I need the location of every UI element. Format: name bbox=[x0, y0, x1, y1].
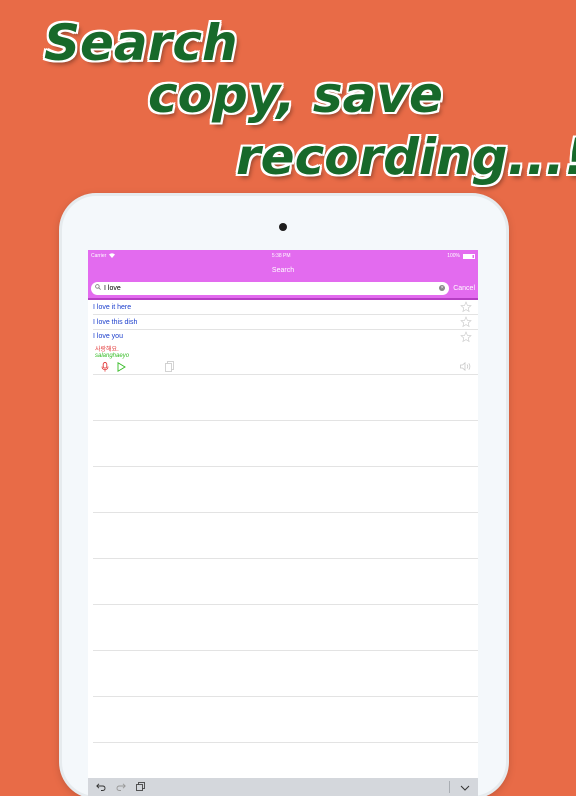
search-input-value: I love bbox=[104, 284, 121, 292]
empty-row bbox=[93, 559, 478, 605]
empty-row bbox=[93, 513, 478, 559]
search-bar: I love × Cancel bbox=[88, 278, 478, 298]
battery-icon bbox=[462, 253, 475, 259]
empty-row bbox=[93, 605, 478, 651]
star-outline-icon[interactable] bbox=[460, 316, 472, 330]
carrier-label: Carrier bbox=[91, 253, 107, 259]
empty-row bbox=[93, 467, 478, 513]
chevron-down-icon[interactable] bbox=[460, 778, 470, 796]
romanization: salanghaeyo bbox=[95, 353, 130, 359]
status-time: 5:38 PM bbox=[271, 253, 291, 259]
status-bar: Carrier 5:38 PM 100% bbox=[88, 250, 478, 262]
nav-bar: Search bbox=[88, 262, 478, 278]
cancel-button[interactable]: Cancel bbox=[453, 285, 475, 292]
camera-dot bbox=[279, 223, 287, 231]
speaker-icon[interactable] bbox=[460, 361, 472, 373]
microphone-icon[interactable] bbox=[101, 362, 109, 374]
headline-search: Search bbox=[44, 14, 238, 72]
toolbar-separator bbox=[449, 781, 450, 793]
result-row-expanded[interactable]: I love you 사랑해요. salanghaeyo bbox=[93, 330, 478, 375]
result-phrase: I love it here bbox=[93, 303, 132, 311]
wifi-icon bbox=[109, 252, 116, 260]
battery-percent: 100% bbox=[447, 253, 460, 259]
headline-recording: recording...! bbox=[236, 128, 576, 186]
tablet-device: Carrier 5:38 PM 100% Search I love × Can… bbox=[62, 196, 506, 796]
result-phrase: I love you bbox=[93, 333, 123, 340]
result-phrase: I love this dish bbox=[93, 318, 138, 326]
play-icon[interactable] bbox=[117, 362, 126, 374]
result-row[interactable]: I love it here bbox=[93, 300, 478, 315]
search-input[interactable]: I love × bbox=[91, 281, 450, 295]
clear-icon[interactable]: × bbox=[439, 285, 446, 291]
empty-row bbox=[93, 375, 478, 421]
korean-translation: 사랑해요. bbox=[95, 347, 119, 353]
empty-row bbox=[93, 697, 478, 743]
undo-icon[interactable] bbox=[96, 778, 106, 796]
keyboard-shortcut-bar bbox=[88, 778, 478, 796]
search-icon bbox=[95, 284, 101, 292]
empty-row bbox=[93, 651, 478, 697]
page-title: Search bbox=[271, 266, 295, 274]
star-outline-icon[interactable] bbox=[460, 301, 472, 315]
star-outline-icon[interactable] bbox=[460, 331, 472, 345]
redo-icon[interactable] bbox=[116, 778, 126, 796]
empty-row bbox=[93, 421, 478, 467]
result-row[interactable]: I love this dish bbox=[93, 315, 478, 330]
copy-icon[interactable] bbox=[165, 361, 174, 374]
paste-icon[interactable] bbox=[136, 778, 145, 796]
headline-copy-save: copy, save bbox=[148, 66, 443, 124]
app-screen: Carrier 5:38 PM 100% Search I love × Can… bbox=[88, 250, 478, 796]
